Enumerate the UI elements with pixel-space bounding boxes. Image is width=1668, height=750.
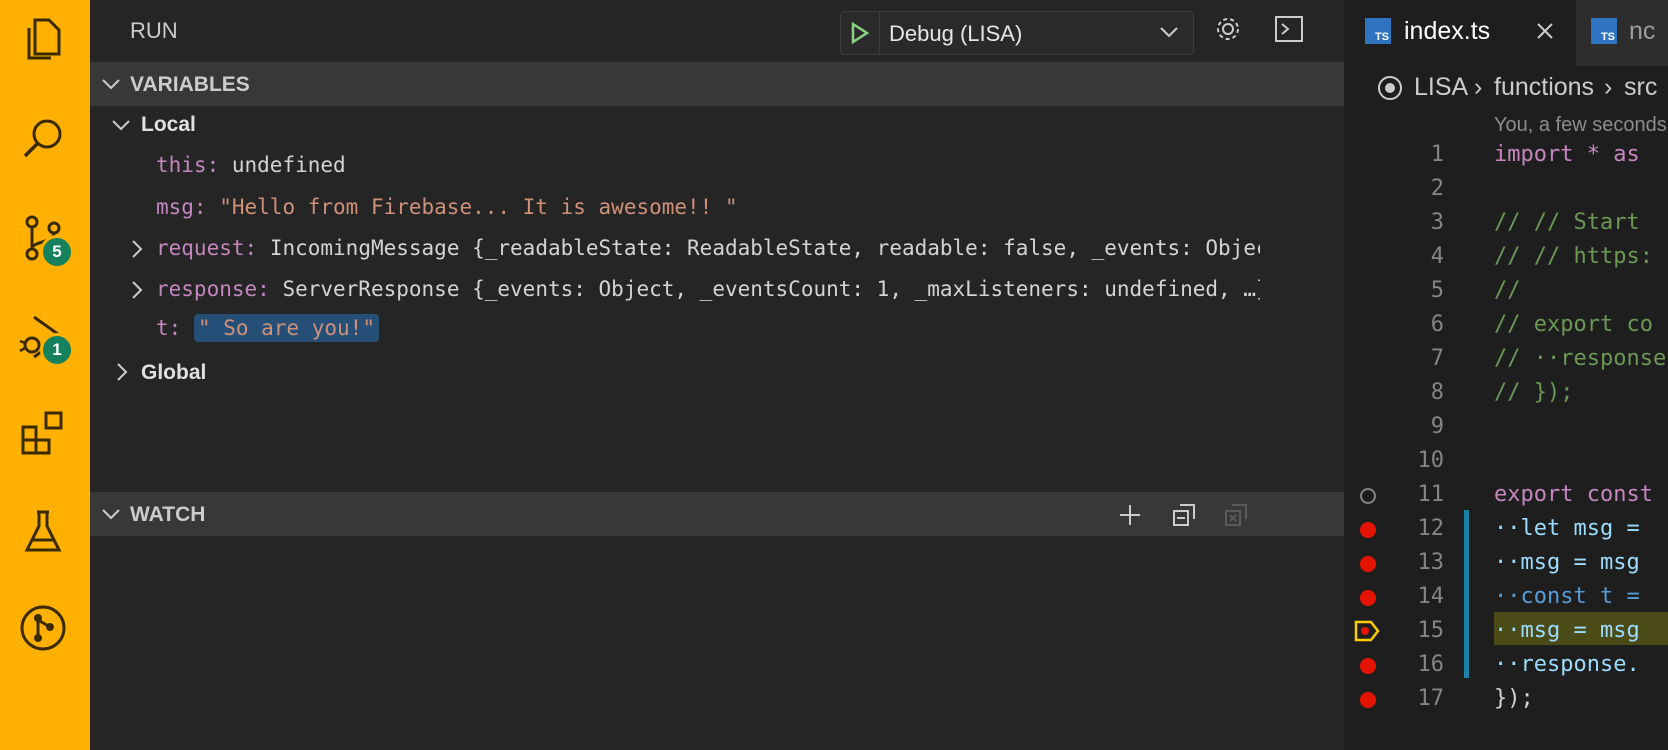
variables-section-header[interactable]: VARIABLES <box>90 62 1344 106</box>
extensions-icon[interactable] <box>15 405 71 461</box>
breadcrumb-next[interactable]: src <box>1624 73 1657 102</box>
activity-bar: 5 1 <box>0 0 90 750</box>
tab-second-file[interactable]: TS nc <box>1579 0 1668 66</box>
code-line: 6 // export co <box>1430 312 1653 337</box>
watch-title: WATCH <box>130 503 206 526</box>
tab-label: index.ts <box>1404 17 1491 45</box>
code-line: 9 <box>1430 414 1444 439</box>
code-line: 8 // }); <box>1430 380 1574 405</box>
chevron-down-icon[interactable] <box>110 114 132 141</box>
code-line: 15 ··msg = msg <box>1344 613 1668 647</box>
start-debugging-button[interactable] <box>841 12 880 54</box>
chevron-right-icon[interactable] <box>127 279 147 306</box>
chevron-right-icon: › <box>1604 73 1613 101</box>
variables-title: VARIABLES <box>130 73 250 96</box>
git-commit-icon <box>1376 74 1404 107</box>
chevron-right-icon: › <box>1474 73 1483 101</box>
remove-all-expressions-icon[interactable] <box>1224 503 1248 532</box>
chevron-down-icon <box>100 73 122 100</box>
scope-local[interactable]: Local <box>141 113 196 137</box>
breakpoint-icon[interactable] <box>1360 590 1376 606</box>
collapse-all-icon[interactable] <box>1172 503 1196 532</box>
explorer-icon[interactable] <box>15 12 71 68</box>
code-line: 17 }); <box>1344 681 1668 715</box>
variable-row[interactable]: request: IncomingMessage {_readableState… <box>156 236 1260 260</box>
watch-section-header[interactable]: WATCH <box>90 492 1344 536</box>
close-icon[interactable] <box>1534 20 1556 47</box>
code-line: 10 <box>1417 448 1445 473</box>
editor-pane: TS index.ts TS nc LISA › functions › src… <box>1344 0 1668 750</box>
variable-row[interactable]: msg: "Hello from Firebase... It is aweso… <box>156 195 738 219</box>
code-line: 2 <box>1430 176 1444 201</box>
breadcrumb-root[interactable]: LISA <box>1414 73 1468 102</box>
code-line: 7 // ··response <box>1430 346 1667 371</box>
debug-config-label: Debug (LISA) <box>889 21 1023 46</box>
debug-config-select[interactable]: Debug (LISA) <box>840 11 1194 55</box>
typescript-file-icon: TS <box>1591 18 1617 44</box>
code-line: 11 export const <box>1344 477 1668 511</box>
source-control-badge: 5 <box>40 235 74 269</box>
code-line: 3 // // Start <box>1430 210 1640 235</box>
breakpoint-icon[interactable] <box>1360 692 1376 708</box>
code-line: 4 // // https: <box>1430 244 1653 269</box>
breakpoint-hint-icon[interactable] <box>1360 488 1376 504</box>
breadcrumb-folder[interactable]: functions <box>1494 73 1594 102</box>
changed-value-highlight: " So are you!" <box>193 314 379 342</box>
chevron-right-icon[interactable] <box>127 238 147 265</box>
chevron-down-icon <box>1159 22 1179 47</box>
run-toolbar: RUN Debug (LISA) <box>90 0 1344 66</box>
git-graph-icon[interactable] <box>15 600 71 656</box>
add-expression-icon[interactable] <box>1118 503 1142 532</box>
scope-global[interactable]: Global <box>141 361 206 385</box>
typescript-file-icon: TS <box>1365 18 1391 44</box>
variable-row[interactable]: t: " So are you!" <box>156 314 379 342</box>
run-title: RUN <box>130 18 178 43</box>
chevron-right-icon[interactable] <box>112 361 132 388</box>
current-execution-pointer-icon <box>1354 620 1380 647</box>
breakpoint-icon[interactable] <box>1360 556 1376 572</box>
breakpoint-icon[interactable] <box>1360 658 1376 674</box>
code-line: 16 ··response. <box>1344 647 1668 681</box>
tab-index-ts[interactable]: TS index.ts <box>1344 0 1576 66</box>
variable-row[interactable]: response: ServerResponse {_events: Objec… <box>156 277 1260 301</box>
git-blame-annotation: You, a few seconds <box>1494 114 1667 136</box>
breakpoint-icon[interactable] <box>1360 522 1376 538</box>
variable-row[interactable]: this: undefined <box>156 153 346 177</box>
run-debug-badge: 1 <box>40 333 74 367</box>
tab-label: nc <box>1629 17 1656 45</box>
chevron-down-icon <box>100 503 122 530</box>
code-line: 14 ··const t = <box>1344 579 1668 613</box>
code-line: 13 ··msg = msg <box>1344 545 1668 579</box>
gear-icon[interactable] <box>1213 14 1243 49</box>
editor-tabs: TS index.ts TS nc <box>1344 0 1668 66</box>
testing-flask-icon[interactable] <box>15 504 71 560</box>
search-icon[interactable] <box>15 110 71 166</box>
code-line: 5 // <box>1430 278 1521 303</box>
code-line: 1 import * as <box>1430 142 1640 167</box>
breadcrumb: LISA › functions › src <box>1344 66 1668 110</box>
debug-console-icon[interactable] <box>1274 14 1304 49</box>
run-debug-sidebar: RUN Debug (LISA) VARIABLES Local this: u… <box>90 0 1344 750</box>
code-line: 12 ··let msg = <box>1344 511 1668 545</box>
